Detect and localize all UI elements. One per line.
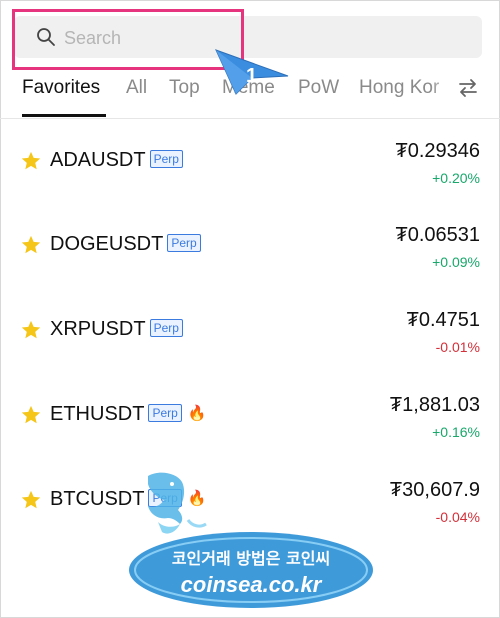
ticker-change: +0.09% — [432, 254, 480, 270]
tabs-divider — [0, 118, 500, 119]
ticker-change: +0.16% — [432, 424, 480, 440]
coinsea-watermark-logo: 코인거래 방법은 코인씨 coinsea.co.kr — [129, 472, 373, 608]
step-badge-number: 1 — [246, 65, 257, 87]
tab-all[interactable]: All — [126, 77, 147, 99]
watermark-slogan: 코인거래 방법은 코인씨 — [172, 549, 330, 568]
perp-tag: Perp — [167, 234, 201, 252]
ticker-price: ₮0.06531 — [395, 224, 480, 246]
tab-top[interactable]: Top — [169, 77, 200, 99]
tab-pow[interactable]: PoW — [298, 77, 339, 99]
watermark-domain: coinsea.co.kr — [181, 572, 323, 597]
search-icon — [37, 28, 55, 46]
ticker-symbol-text: ETHUSDT — [50, 403, 145, 425]
favorite-star-icon[interactable] — [20, 404, 42, 426]
active-tab-indicator — [22, 114, 106, 117]
favorite-star-icon[interactable] — [20, 234, 42, 256]
tab-fade — [430, 76, 456, 106]
ticker-price: ₮30,607.9 — [389, 479, 480, 501]
perp-tag: Perp — [149, 150, 183, 168]
perp-tag: Perp — [148, 404, 182, 422]
swap-icon[interactable] — [456, 76, 480, 100]
ticker-row-ada[interactable]: ADAUSDT Perp ₮0.29346 +0.20% — [0, 140, 500, 220]
ticker-symbol-text: DOGEUSDT — [50, 233, 164, 255]
ticker-symbol-text: XRPUSDT — [50, 318, 146, 340]
ticker-symbol: DOGEUSDT Perp — [50, 233, 201, 256]
ticker-change: -0.01% — [435, 339, 480, 355]
ticker-change: +0.20% — [432, 170, 480, 186]
search-input[interactable]: Search — [64, 28, 121, 49]
ticker-price: ₮0.4751 — [406, 309, 480, 331]
ticker-row-doge[interactable]: DOGEUSDT Perp ₮0.06531 +0.09% — [0, 224, 500, 304]
ticker-symbol: XRPUSDT Perp — [50, 318, 183, 341]
ticker-price: ₮1,881.03 — [389, 394, 480, 416]
tab-favorites[interactable]: Favorites — [22, 77, 100, 99]
fire-icon: 🔥 — [187, 405, 207, 422]
ticker-row-xrp[interactable]: XRPUSDT Perp ₮0.4751 -0.01% — [0, 309, 500, 389]
favorite-star-icon[interactable] — [20, 489, 42, 511]
perp-tag: Perp — [149, 319, 183, 337]
ticker-change: -0.04% — [435, 509, 480, 525]
favorite-star-icon[interactable] — [20, 150, 42, 172]
step-badge: 1 — [215, 49, 289, 95]
ticker-symbol: ETHUSDT Perp 🔥 — [50, 403, 207, 426]
ticker-row-eth[interactable]: ETHUSDT Perp 🔥 ₮1,881.03 +0.16% — [0, 394, 500, 474]
tab-hong-kong[interactable]: Hong Kor — [359, 77, 439, 99]
ticker-symbol: ADAUSDT Perp — [50, 149, 183, 172]
ticker-price: ₮0.29346 — [395, 140, 480, 162]
ticker-symbol-text: ADAUSDT — [50, 149, 146, 171]
favorite-star-icon[interactable] — [20, 319, 42, 341]
